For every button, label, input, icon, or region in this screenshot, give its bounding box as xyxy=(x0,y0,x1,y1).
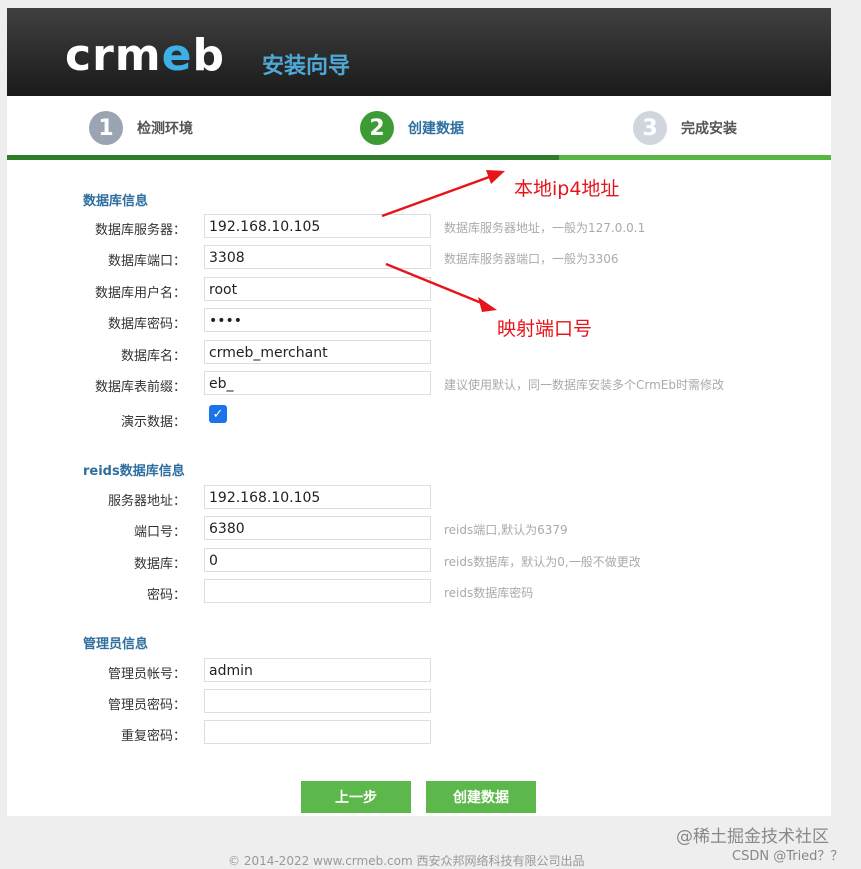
arrow-to-port-label xyxy=(385,262,497,312)
arrow-to-ip-label xyxy=(381,170,505,218)
annotation-arrows xyxy=(381,170,505,312)
watermark-juejin: @稀土掘金技术社区 xyxy=(676,827,829,847)
annotation-ip: 本地ip4地址 xyxy=(514,178,620,200)
watermark-csdn: CSDN @Tried？？ xyxy=(732,849,844,864)
footer-copyright: © 2014-2022 www.crmeb.com 西安众邦网络科技有限公司出品 xyxy=(228,854,585,868)
annotation-port: 映射端口号 xyxy=(497,318,593,340)
